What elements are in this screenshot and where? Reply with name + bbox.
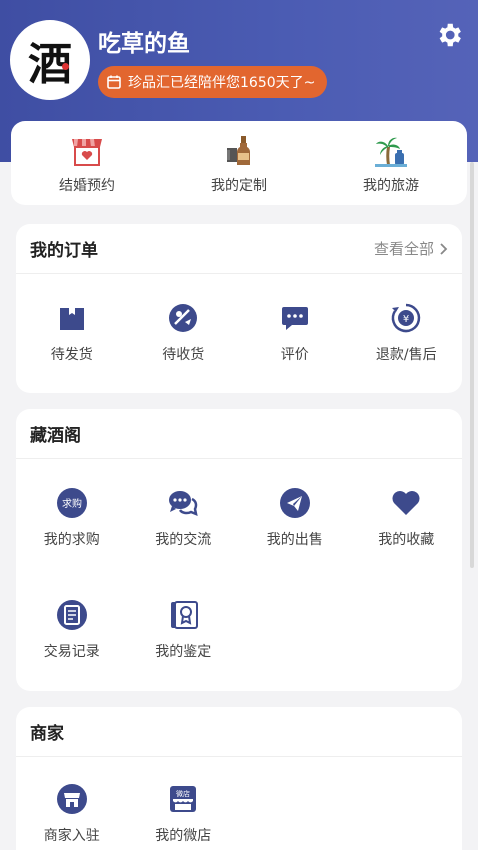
- svg-text:¥: ¥: [403, 314, 409, 325]
- cellar-appraisal[interactable]: 我的鉴定: [128, 571, 240, 683]
- order-label: 待收货: [162, 347, 205, 363]
- cellar-label: 我的收藏: [378, 532, 435, 548]
- order-refund[interactable]: ¥ 退款/售后: [351, 302, 463, 364]
- delivery-icon: [169, 304, 198, 332]
- refund-icon: ¥: [392, 303, 421, 333]
- box-icon: [59, 308, 84, 330]
- palm-tree-icon: [375, 137, 407, 167]
- companion-badge: 珍品汇已经陪伴您1650天了~: [98, 66, 328, 98]
- view-all-label: 查看全部: [373, 240, 434, 258]
- micro-shop-badge: 微店: [176, 789, 190, 798]
- cellar-label: 我的出售: [266, 532, 323, 548]
- cellar-chat[interactable]: 我的交流: [128, 459, 240, 571]
- want-buy-badge: 求购: [62, 497, 82, 510]
- want-buy-icon: 求购: [56, 488, 87, 518]
- heart-icon: [392, 491, 420, 515]
- wedding-shop-icon: [72, 139, 102, 166]
- avatar[interactable]: 酒: [10, 20, 90, 100]
- calendar-icon: [107, 75, 121, 89]
- cellar-label: 我的求购: [43, 532, 100, 548]
- cellar-card: 藏酒阁 求购 我的求购 我的交流 我的出售 我的收藏 交易记录 我的鉴定: [16, 409, 462, 691]
- chat-icon: [169, 491, 198, 517]
- quick-link-label: 我的旅游: [363, 178, 419, 194]
- orders-card: 我的订单 查看全部 待发货 待收货 评价 ¥ 退款/售后: [16, 224, 462, 393]
- order-pending-receive[interactable]: 待收货: [128, 302, 240, 364]
- merchant-card: 商家 商家入驻 微店 我的微店: [16, 707, 462, 850]
- merchant-join[interactable]: 商家入驻: [16, 757, 128, 845]
- orders-header: 我的订单 查看全部: [16, 224, 462, 274]
- quick-link-travel[interactable]: 我的旅游: [315, 121, 467, 205]
- order-label: 待发货: [50, 347, 93, 363]
- cellar-label: 我的交流: [155, 532, 212, 548]
- quick-link-custom[interactable]: 我的定制: [163, 121, 315, 205]
- send-icon: [279, 488, 310, 518]
- order-pending-ship[interactable]: 待发货: [16, 302, 128, 364]
- merchant-header: 商家: [16, 707, 462, 757]
- avatar-seal-dot: [62, 63, 69, 70]
- merchant-label: 商家入驻: [43, 828, 100, 844]
- merchant-micro-shop[interactable]: 微店 我的微店: [128, 757, 240, 845]
- cellar-sell[interactable]: 我的出售: [239, 459, 351, 571]
- quick-links-card: 结婚预约 我的定制 我的旅游: [11, 121, 467, 205]
- micro-shop-icon: 微店: [170, 786, 197, 812]
- order-label: 退款/售后: [375, 347, 437, 363]
- comment-icon: [281, 307, 308, 330]
- cellar-favorites[interactable]: 我的收藏: [351, 459, 463, 571]
- cellar-header: 藏酒阁: [16, 409, 462, 459]
- quick-link-label: 我的定制: [211, 178, 267, 194]
- custom-bottle-icon: [227, 136, 250, 165]
- order-label: 评价: [280, 347, 309, 363]
- order-review[interactable]: 评价: [239, 302, 351, 364]
- gear-icon[interactable]: [434, 20, 464, 50]
- cellar-want-buy[interactable]: 求购 我的求购: [16, 459, 128, 571]
- avatar-logo: 酒: [28, 39, 72, 90]
- scrollbar[interactable]: [470, 162, 474, 568]
- cellar-label: 交易记录: [43, 644, 100, 660]
- chevron-right-icon: [440, 242, 448, 255]
- record-icon: [56, 600, 87, 630]
- section-title: 我的订单: [30, 241, 98, 261]
- section-title: 藏酒阁: [30, 426, 81, 446]
- store-join-icon: [56, 784, 87, 814]
- quick-link-wedding[interactable]: 结婚预约: [11, 121, 163, 205]
- merchant-label: 我的微店: [155, 828, 212, 844]
- section-title: 商家: [30, 724, 64, 744]
- username[interactable]: 吃草的鱼: [98, 24, 190, 58]
- cellar-label: 我的鉴定: [155, 644, 212, 660]
- certificate-icon: [171, 601, 199, 629]
- view-all-orders-link[interactable]: 查看全部: [374, 238, 448, 259]
- quick-link-label: 结婚预约: [59, 178, 115, 194]
- companion-text: 珍品汇已经陪伴您1650天了~: [128, 75, 316, 91]
- cellar-records[interactable]: 交易记录: [16, 571, 128, 683]
